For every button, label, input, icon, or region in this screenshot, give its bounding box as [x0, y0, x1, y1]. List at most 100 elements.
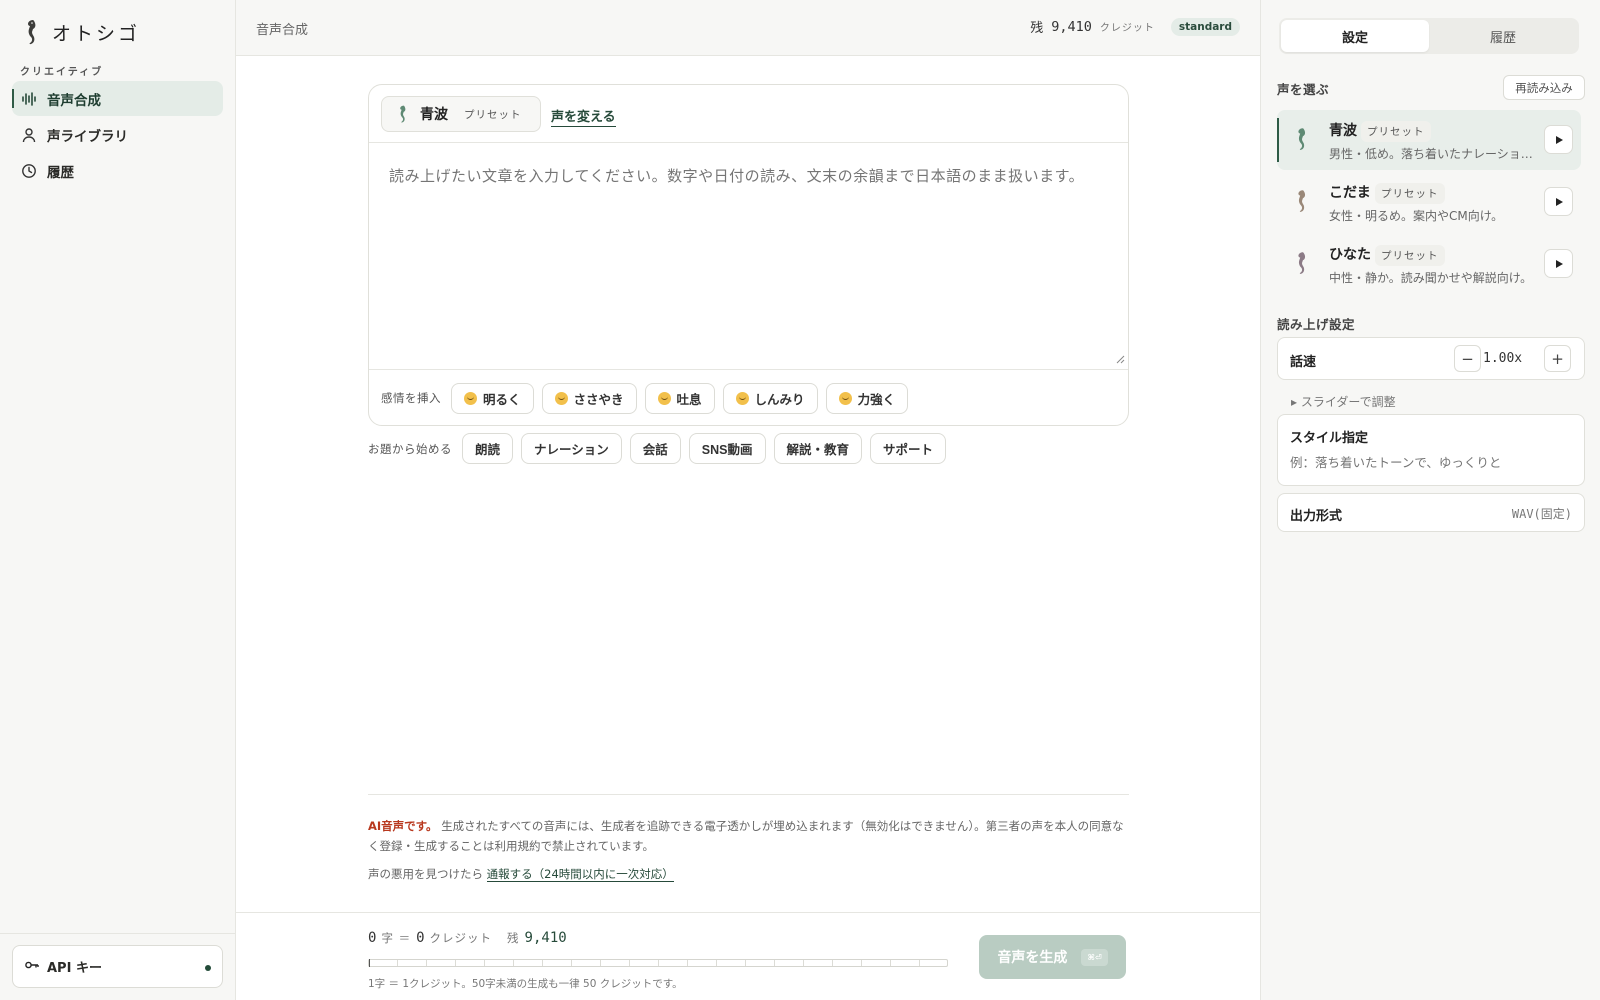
emoji-icon	[657, 391, 671, 405]
api-key-label: API キー	[47, 961, 102, 976]
speed-value: 1.00x	[1483, 351, 1523, 366]
seahorse-voice-icon	[1298, 252, 1306, 274]
emotion-chip-bright[interactable]: 明るく	[451, 382, 534, 414]
voice-name: ひなた	[1329, 247, 1371, 263]
ai-label: AI音声です。	[368, 819, 438, 833]
style-control: スタイル指定	[1277, 414, 1585, 486]
topic-chip[interactable]: 朗読	[462, 433, 514, 464]
preset-tag: プリセット	[1361, 121, 1431, 142]
seahorse-logo-icon	[28, 20, 36, 45]
text-editor-card: 青波 プリセット 声を変える 感情を挿入 明るく ささやき 吐息 しんみり 力強…	[368, 84, 1129, 426]
char-count: 0 字 ＝ 0 クレジット 残 9,410	[368, 930, 567, 946]
output-value: WAV(固定)	[1511, 507, 1572, 521]
play-preview-button[interactable]	[1544, 249, 1573, 278]
brand[interactable]: オトシゴ	[22, 18, 140, 46]
nav-item-voice-library[interactable]: 声ライブラリ	[12, 117, 223, 152]
topic-chip[interactable]: ナレーション	[521, 433, 622, 464]
generate-label: 音声を生成	[997, 950, 1068, 966]
usage-meter	[368, 959, 948, 967]
slider-toggle[interactable]: ▸ スライダーで調整	[1291, 393, 1396, 410]
char-unit: 字 ＝	[381, 931, 412, 945]
seahorse-voice-icon	[1298, 128, 1306, 150]
credits-value: 9,410	[1051, 18, 1092, 35]
script-textarea[interactable]	[369, 143, 1128, 369]
topic-chip[interactable]: SNS動画	[688, 433, 766, 464]
nav-label: 声ライブラリ	[47, 128, 128, 145]
pricing-note: 1字 ＝ 1クレジット。50字未満の生成も一律 50 クレジットです。	[368, 978, 683, 990]
tab-history[interactable]: 履歴	[1429, 20, 1577, 52]
play-preview-button[interactable]	[1544, 125, 1573, 154]
voice-description: 女性・明るめ。案内やCM向け。	[1329, 209, 1504, 223]
voice-list: 青波 プリセット 男性・低め。落ち着いたナレーション向け。 こだま プリセット …	[1277, 110, 1581, 296]
app-name: オトシゴ	[52, 22, 141, 45]
tab-settings[interactable]: 設定	[1281, 20, 1429, 52]
credit-unit: クレジット	[429, 931, 493, 945]
nav-label: 音声合成	[47, 92, 101, 109]
char-count-value: 0	[368, 930, 377, 946]
topics-label: お題から始める	[368, 441, 452, 456]
remaining-value: 9,410	[524, 930, 567, 946]
resize-handle-icon[interactable]	[1116, 355, 1125, 364]
disclaimer-text: 生成されたすべての音声には、生成者を追跡できる電子透かしが埋め込まれます（無効化…	[368, 819, 1124, 853]
emotion-chip-strong[interactable]: 力強く	[825, 382, 909, 414]
clock-icon	[21, 163, 37, 179]
generate-bar: 0 字 ＝ 0 クレジット 残 9,410 1字 ＝ 1クレジット。50字未満の…	[236, 912, 1260, 1000]
voice-card[interactable]: ひなた プリセット 中性・静か。読み聞かせや解説向け。	[1277, 234, 1581, 294]
play-preview-button[interactable]	[1544, 187, 1573, 216]
chip-label: 吐息	[676, 392, 702, 407]
reload-button[interactable]: 再読み込み	[1503, 75, 1585, 100]
settings-panel: 設定 履歴 声を選ぶ 再読み込み 青波 プリセット 男性・低め。落ち着いたナレー…	[1260, 0, 1600, 1000]
emotion-bar: 感情を挿入 明るく ささやき 吐息 しんみり 力強く	[369, 369, 1128, 426]
credits-label: 残	[1030, 21, 1044, 36]
change-voice-link[interactable]: 声を変える	[551, 106, 616, 127]
nav-label: 履歴	[47, 164, 74, 181]
credit-cost-value: 0	[416, 930, 425, 946]
speed-label: 話速	[1290, 355, 1317, 370]
voice-description: 中性・静か。読み聞かせや解説向け。	[1329, 271, 1533, 285]
person-icon	[21, 127, 37, 143]
preset-tag: プリセット	[1375, 183, 1445, 204]
api-key-button[interactable]: API キー	[12, 945, 223, 988]
emotion-chip-whisper[interactable]: ささやき	[541, 382, 637, 414]
speed-control: 話速 − 1.00x +	[1277, 337, 1585, 380]
remaining-label: 残	[507, 931, 520, 945]
output-label: 出力形式	[1290, 509, 1343, 524]
chip-label: しんみり	[754, 392, 805, 407]
plan-badge: standard	[1170, 17, 1240, 36]
selected-voice[interactable]: 青波 プリセット	[381, 96, 541, 132]
waveform-icon	[21, 91, 37, 107]
generate-button[interactable]: 音声を生成 ⌘⏎	[979, 935, 1126, 979]
emoji-icon	[838, 391, 852, 405]
main-nav: 音声合成 声ライブラリ 履歴	[12, 81, 223, 189]
main-content: 青波 プリセット 声を変える 感情を挿入 明るく ささやき 吐息 しんみり 力強…	[236, 56, 1260, 1000]
report-prefix: 声の悪用を見つけたら	[368, 867, 483, 881]
sidebar-divider	[0, 933, 235, 934]
output-format: 出力形式 WAV(固定)	[1277, 493, 1585, 532]
preset-tag: プリセット	[464, 108, 522, 121]
topic-chip[interactable]: サポート	[870, 433, 947, 464]
emotion-chip-sigh[interactable]: 吐息	[644, 382, 715, 414]
style-label: スタイル指定	[1290, 431, 1369, 446]
speed-decrease-button[interactable]: −	[1454, 345, 1481, 372]
api-status-dot	[205, 965, 211, 971]
emotion-label: 感情を挿入	[381, 391, 441, 405]
selected-voice-name: 青波	[420, 107, 448, 123]
nav-item-history[interactable]: 履歴	[12, 153, 223, 188]
report-link[interactable]: 通報する（24時間以内に一次対応）	[486, 867, 674, 882]
voice-section-title: 声を選ぶ	[1277, 82, 1330, 97]
speed-increase-button[interactable]: +	[1544, 345, 1571, 372]
voice-card[interactable]: 青波 プリセット 男性・低め。落ち着いたナレーション向け。	[1277, 110, 1581, 170]
topic-chips: お題から始める 朗読 ナレーション 会話 SNS動画 解説・教育 サポート	[368, 433, 947, 464]
chip-label: ささやき	[573, 392, 624, 407]
topic-chip[interactable]: 解説・教育	[773, 433, 863, 464]
voice-card[interactable]: こだま プリセット 女性・明るめ。案内やCM向け。	[1277, 172, 1581, 232]
emotion-chip-somber[interactable]: しんみり	[722, 382, 818, 414]
nav-item-synthesis[interactable]: 音声合成	[12, 81, 223, 116]
emoji-icon	[464, 391, 477, 405]
ai-disclaimer: AI音声です。 生成されたすべての音声には、生成者を追跡できる電子透かしが埋め込…	[368, 816, 1129, 856]
style-input[interactable]	[1290, 455, 1570, 470]
panel-tabs: 設定 履歴	[1279, 18, 1579, 54]
topic-chip[interactable]: 会話	[629, 433, 681, 464]
chip-label: 明るく	[483, 392, 521, 407]
usage-meter-marker	[369, 959, 370, 967]
